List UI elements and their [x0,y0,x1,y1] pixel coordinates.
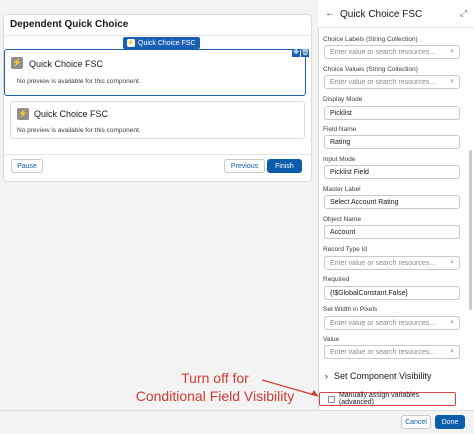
panel-title: Quick Choice FSC [340,9,423,20]
choice-labels-input[interactable]: Enter value or search resources... ⌕ [324,45,460,59]
move-icon[interactable]: ✥ [292,49,300,57]
object-name-input[interactable]: Account [324,225,460,239]
field-name-input[interactable]: Rating [324,135,460,149]
input-mode-input[interactable]: Picklist Field [324,165,460,179]
cancel-button[interactable]: Cancel [401,415,431,429]
field-label: Choice Labels (String Collection) [323,36,418,43]
section-label: Set Component Visibility [334,371,432,381]
width-input[interactable]: Enter value or search resources... ⌕ [324,316,460,330]
annotation-arrow [261,379,319,397]
field-label: Object Name [323,216,361,223]
field-label: Field Name [323,126,357,133]
back-arrow-icon[interactable]: ← [325,8,335,19]
delete-icon[interactable]: 🗑 [301,49,310,57]
pause-button[interactable]: Pause [11,159,43,173]
search-icon: ⌕ [450,78,454,85]
field-label: Required [323,276,350,283]
selected-component-tag-label: Quick Choice FSC [138,39,196,47]
lightning-icon: ⚡ [11,57,23,69]
master-label-input[interactable]: Select Account Rating [324,195,460,209]
previous-button[interactable]: Previous [224,159,265,173]
record-type-id-input[interactable]: Enter value or search resources... ⌕ [324,256,460,270]
scrollbar[interactable] [469,150,472,310]
search-icon: ⌕ [450,48,454,55]
component-title: Quick Choice FSC [34,109,109,119]
divider [3,35,312,36]
component-actions: ✥ 🗑 [292,49,310,58]
lightning-icon: ⚡ [17,108,29,120]
component-card-selected[interactable]: ⚡ Quick Choice FSC No preview is availab… [4,49,306,96]
search-icon: ⌕ [450,319,454,326]
choice-values-placeholder: Enter value or search resources... [330,78,436,86]
field-label: Master Label [323,186,361,193]
lightning-icon: ⚡ [127,39,135,47]
value-input[interactable]: Enter value or search resources... ⌕ [324,345,460,359]
field-label: Value [323,336,340,343]
chevron-right-icon: › [325,371,328,381]
selected-component-tag: ⚡ Quick Choice FSC [123,37,200,49]
field-label: Record Type Id [323,246,367,253]
field-label: Choice Values (String Collection) [323,66,418,73]
checkbox-icon[interactable] [328,395,335,403]
manual-assign-label: Manually assign variables (advanced) [338,392,420,406]
finish-button[interactable]: Finish [267,159,302,173]
component-note: No preview is available for this compone… [17,127,141,134]
display-mode-input[interactable]: Picklist [324,106,460,120]
choice-labels-placeholder: Enter value or search resources... [330,48,436,56]
field-label: Set Width in Pixels [323,306,378,313]
component-title: Quick Choice FSC [29,59,104,69]
component-note: No preview is available for this compone… [17,78,141,85]
component-card[interactable]: ⚡ Quick Choice FSC No preview is availab… [10,101,305,139]
manual-assign-checkbox[interactable]: Manually assign variables (advanced) [319,392,456,406]
search-icon: ⌕ [450,259,454,266]
divider [3,154,312,155]
component-visibility-section[interactable]: › Set Component Visibility [325,371,431,381]
field-label: Input Mode [323,156,356,163]
screen-title: Dependent Quick Choice [10,19,129,30]
field-label: Display Mode [323,96,363,103]
choice-values-input[interactable]: Enter value or search resources... ⌕ [324,75,460,89]
value-placeholder: Enter value or search resources... [330,348,436,356]
width-placeholder: Enter value or search resources... [330,319,436,327]
done-button[interactable]: Done [435,415,465,429]
record-type-id-placeholder: Enter value or search resources... [330,259,436,267]
search-icon: ⌕ [450,348,454,355]
required-input[interactable]: {!$GlobalConstant.False} [324,286,460,300]
expand-icon[interactable]: ⤢ [460,8,467,19]
